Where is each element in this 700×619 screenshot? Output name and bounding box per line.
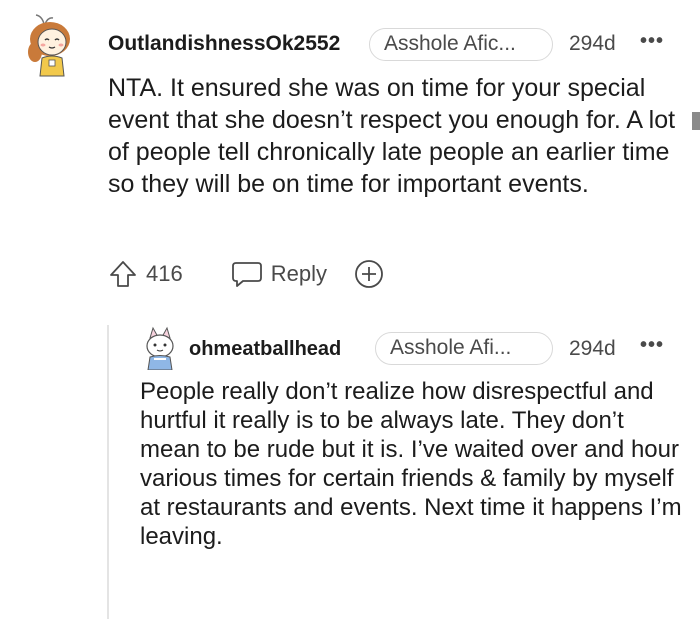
- plus-circle-icon: [355, 260, 383, 288]
- comment-age: 294d: [569, 32, 616, 55]
- reply-label: Reply: [270, 261, 327, 286]
- scrollbar-thumb[interactable]: [692, 112, 700, 130]
- upvote-arrow-icon: [110, 261, 136, 287]
- reply-age: 294d: [569, 337, 616, 360]
- avatar-icon: [28, 14, 70, 77]
- upvote-button[interactable]: 416: [108, 259, 183, 289]
- comment-body: NTA. It ensured she was on time for your…: [108, 74, 676, 198]
- reply-more-options-button[interactable]: •••: [640, 334, 664, 357]
- reply-username[interactable]: ohmeatballhead: [189, 338, 341, 361]
- more-dots-icon: •••: [640, 30, 665, 52]
- reply-button[interactable]: Reply: [231, 259, 327, 289]
- more-options-button[interactable]: •••: [640, 30, 664, 53]
- reply-avatar[interactable]: [140, 326, 180, 371]
- avatar-icon: [146, 326, 174, 371]
- reply-user-flair: Asshole Afi...: [375, 332, 553, 365]
- upvote-count: 416: [146, 261, 183, 286]
- avatar[interactable]: [20, 12, 80, 78]
- reply-body: People really don’t realize how disrespe…: [140, 378, 682, 550]
- thread-line[interactable]: [107, 325, 109, 619]
- comment-username[interactable]: OutlandishnessOk2552: [108, 32, 340, 56]
- award-button[interactable]: [353, 258, 385, 290]
- user-flair: Asshole Afic...: [369, 28, 553, 61]
- comment-actions: 416 Reply: [108, 258, 385, 290]
- more-dots-icon: •••: [640, 334, 665, 356]
- speech-bubble-icon: [231, 262, 262, 287]
